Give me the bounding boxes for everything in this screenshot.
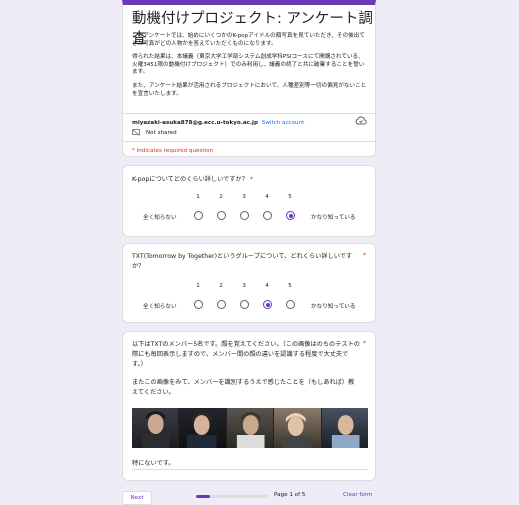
radio-option-1[interactable] [194,300,203,309]
scale-number: 4 [265,283,269,289]
progress-bar [196,495,268,498]
required-note: * Indicates required question [132,148,214,154]
answer-underline [132,469,368,470]
scale-high-label: かなり知っている [311,215,356,221]
question-card: TXT(Tomorrow by Together)というグループについて、どれく… [122,243,376,323]
scale-low-label: 全く知らない [143,215,177,221]
scale-low-label: 全く知らない [143,304,177,310]
not-shared-row: Not shared [132,129,177,136]
member-photo [179,408,227,448]
required-asterisk: * [363,252,367,259]
account-email: miyazaki-asuka878@g.ecc.u-tokyo.ac.jp [132,120,258,126]
required-asterisk: * [249,176,253,183]
not-shared-label: Not shared [146,129,177,136]
description-paragraph: 得られた結果は、本議義（東京大学工学部システム創成学科PSIコースにて開講されて… [132,54,365,76]
scale-number: 5 [288,194,292,200]
question-card: 以下はTXTのメンバー5名です。顔を覚えてください。（この画像はのちのテストの際… [122,331,376,481]
progress-fill [196,495,211,498]
clear-form-button[interactable]: Clear form [343,492,372,498]
scale-number: 1 [196,194,200,200]
radio-option-5[interactable] [286,211,295,220]
cloud-save-icon [355,116,367,125]
question-text: TXT(Tomorrow by Together)というグループについて、どれく… [132,252,357,272]
radio-option-3[interactable] [240,300,249,309]
divider [123,113,375,114]
scale-number: 3 [242,194,246,200]
question-label: 以下はTXTのメンバー5名です。顔を覚えてください。（この画像はのちのテストの際… [132,341,360,368]
required-asterisk: * [363,340,367,347]
scale-number: 2 [219,283,223,289]
question-label: TXT(Tomorrow by Together)というグループについて、どれく… [132,253,353,270]
question-label: K-popについてどのくらい詳しいですか？ [132,176,248,183]
radio-option-4[interactable] [263,300,272,309]
scale-high-label: かなり知っている [311,304,356,310]
radio-option-5[interactable] [286,300,295,309]
description-paragraph: また、アンケート結果が活用されるプロジェクトにおいて、人種差別等一切の偏見がない… [132,82,367,97]
question-text: 以下はTXTのメンバー5名です。顔を覚えてください。（この画像はのちのテストの際… [132,340,360,370]
question-subtext: またこの画像をみて、メンバーを識別するうえで感じたことを（もしあれば）教えてくだ… [132,379,355,396]
members-photo-strip [132,408,369,448]
scale-number: 3 [242,283,246,289]
radio-option-3[interactable] [240,211,249,220]
answer-text[interactable]: 特にないです。 [132,458,175,467]
member-photo [132,408,180,448]
next-button[interactable]: Next [122,491,152,505]
not-shared-icon [132,129,140,136]
description-paragraph: このアンケートでは、始めにいくつかのK-popアイドルの顔写真を見ていただき、そ… [132,33,365,47]
scale-number: 1 [196,283,200,289]
radio-option-1[interactable] [194,211,203,220]
switch-account-link[interactable]: Switch account [262,120,305,126]
form-header-card: 動機付けプロジェクト: アンケート調査 このアンケートでは、始めにいくつかのK-… [122,0,376,157]
member-photo [226,408,275,448]
radio-option-2[interactable] [217,211,226,220]
radio-option-4[interactable] [263,211,272,220]
page-indicator: Page 1 of 5 [274,492,306,498]
question-text: K-popについてどのくらい詳しいですか？ * [132,175,253,185]
account-row: miyazaki-asuka878@g.ecc.u-tokyo.ac.jp Sw… [132,119,304,127]
radio-option-2[interactable] [217,300,226,309]
scale-number: 5 [288,283,292,289]
question-card: K-popについてどのくらい詳しいですか？ * 1 2 3 4 5 全く知らない… [122,165,376,237]
form-navigation: Next Page 1 of 5 Clear form [122,489,376,505]
member-photo [321,408,369,448]
member-photo [274,408,322,448]
divider [123,141,375,142]
scale-number: 2 [219,194,223,200]
scale-number: 4 [265,194,269,200]
form-description: このアンケートでは、始めにいくつかのK-popアイドルの顔写真を見ていただき、そ… [132,33,368,104]
